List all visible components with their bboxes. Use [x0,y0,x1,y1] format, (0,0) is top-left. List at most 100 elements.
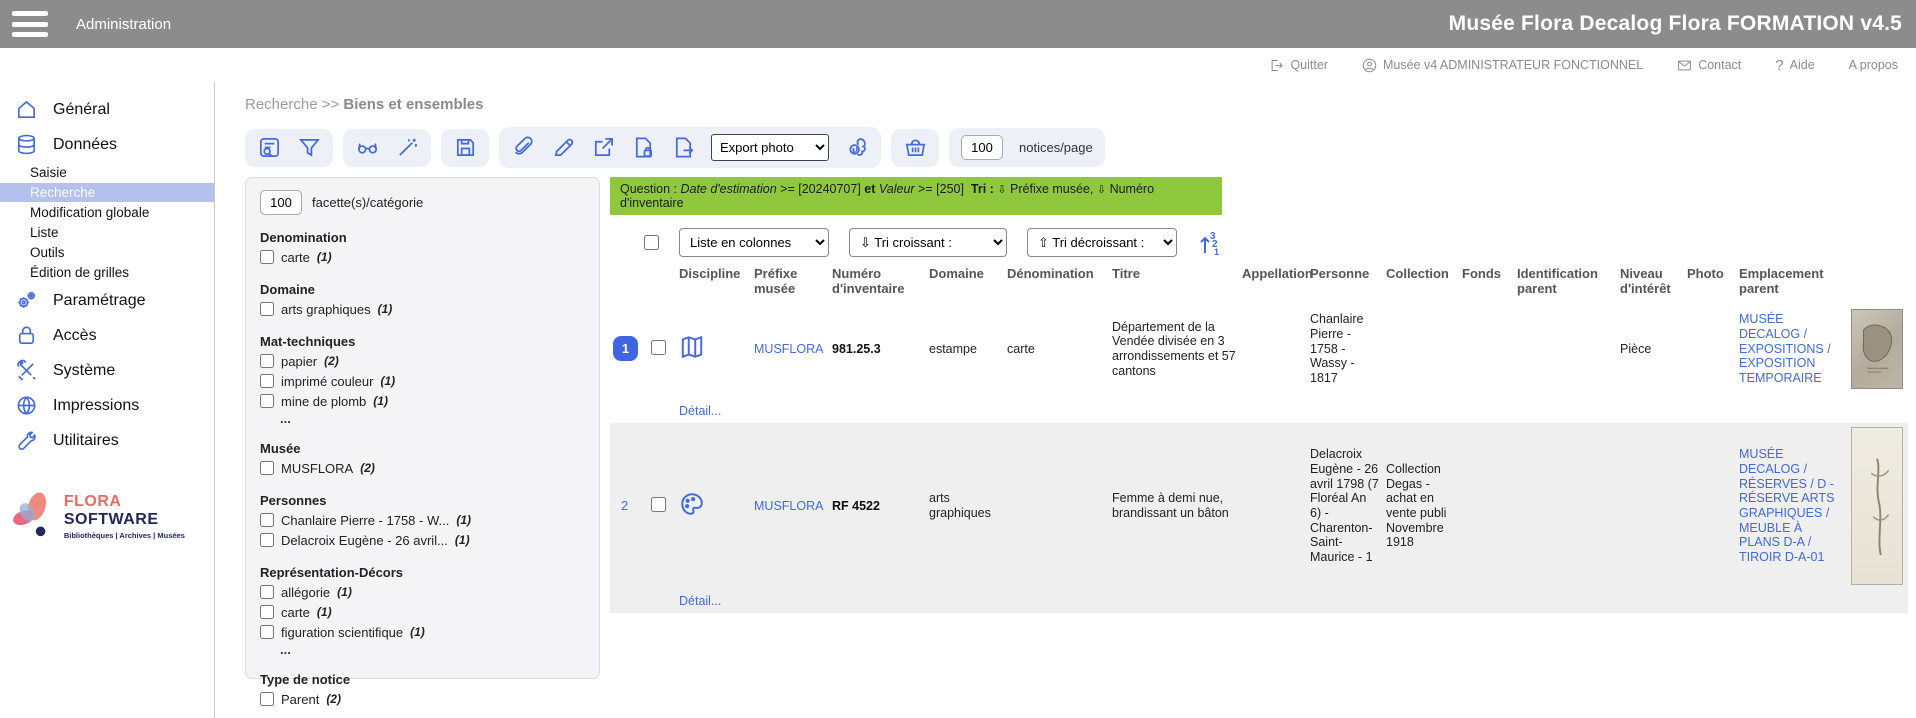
facet-checkbox[interactable] [260,374,274,388]
sort-arrow-icon: ⇩ [997,184,1006,196]
export-photo-select[interactable]: Export photo [711,134,829,161]
facet-more-link[interactable]: ... [280,642,585,657]
document-export-button[interactable] [671,136,695,160]
notice-thumbnail[interactable] [1851,309,1903,389]
facet-item[interactable]: carte(1) [260,247,585,267]
detail-cell: Détail... [676,399,1908,423]
facet-checkbox[interactable] [260,692,274,706]
row-number: 2 [613,498,628,513]
save-button[interactable] [453,136,477,160]
apropos-label: A propos [1849,58,1898,72]
facet-item[interactable]: MUSFLORA(2) [260,458,585,478]
current-user[interactable]: Musée v4 ADMINISTRATEUR FONCTIONNEL [1362,58,1643,73]
logo-flora: FLORA [64,493,121,510]
facet-checkbox[interactable] [260,354,274,368]
facet-item[interactable]: figuration scientifique(1) [260,622,585,642]
filter-button[interactable] [297,136,321,160]
hamburger-menu-icon[interactable] [12,11,48,37]
prefixe-musee-link[interactable]: MUSFLORA [754,342,823,356]
search-form-button[interactable] [257,136,281,160]
flora-mascot-button[interactable] [845,136,869,160]
sidebar-item-modification-globale[interactable]: Modification globale [0,203,214,222]
sidebar-item-saisie[interactable]: Saisie [0,163,214,182]
sidebar-item-utilitaires[interactable]: Utilitaires [0,423,214,458]
facet-item[interactable]: imprimé couleur(1) [260,371,585,391]
basket-button[interactable] [903,136,927,160]
facet-checkbox[interactable] [260,394,274,408]
facet-checkbox[interactable] [260,585,274,599]
facet-checkbox[interactable] [260,250,274,264]
facet-group-mat-techniques: Mat-techniques [260,334,585,349]
col-header-identification-parent: Identification parent [1514,265,1617,299]
breadcrumb-parent[interactable]: Recherche [245,96,318,113]
glasses-button[interactable] [355,136,379,160]
row-number-badge: 1 [613,336,638,361]
attachment-button[interactable] [511,136,535,160]
facet-count: (1) [337,585,352,599]
sidebar-item-liste[interactable]: Liste [0,223,214,242]
notices-per-page-input[interactable] [961,135,1003,160]
prefixe-musee-link[interactable]: MUSFLORA [754,499,823,513]
detail-link[interactable]: Détail... [679,404,721,418]
flora-software-logo: FLORA SOFTWARE Bibliothèques | Archives … [8,488,214,544]
numero-inventaire: 981.25.3 [832,342,881,356]
select-all-checkbox[interactable] [644,235,659,250]
col-header-titre: Titre [1109,265,1239,299]
facets-per-category-input[interactable] [260,190,302,215]
appellation-cell [1239,299,1307,399]
domaine-cell: arts graphiques [926,423,1004,589]
edit-pencil-button[interactable] [551,136,575,160]
sidebar-item-impressions[interactable]: Impressions [0,388,214,423]
detail-link[interactable]: Détail... [679,594,721,608]
contact-link[interactable]: Contact [1677,58,1741,73]
document-lock-button[interactable] [631,136,655,160]
facet-item[interactable]: Delacroix Eugène - 26 avril...(1) [260,530,585,550]
sidebar-item-outils[interactable]: Outils [0,243,214,262]
logout-icon [1269,58,1284,73]
sort-ascending-select[interactable]: ⇩ Tri croissant : [849,228,1007,257]
emplacement-parent-link[interactable]: MUSÉE DECALOG / EXPOSITIONS / EXPOSITION… [1739,312,1831,385]
user-label: Musée v4 ADMINISTRATEUR FONCTIONNEL [1383,58,1643,72]
personne-cell: Delacroix Eugène - 26 avril 1798 (7 Flor… [1307,423,1383,589]
facet-more-link[interactable]: ... [280,411,585,426]
facet-item[interactable]: allégorie(1) [260,582,585,602]
facet-group-personnes: Personnes [260,493,585,508]
facet-item[interactable]: Parent(2) [260,689,585,709]
sidebar-item-acces[interactable]: Accès [0,318,214,353]
row-checkbox[interactable] [651,497,666,512]
facet-item[interactable]: papier(2) [260,351,585,371]
row-checkbox[interactable] [651,340,666,355]
open-external-button[interactable] [591,136,615,160]
sidebar-item-recherche[interactable]: Recherche [0,183,214,202]
emplacement-parent-link[interactable]: MUSÉE DECALOG / RÉSERVES / D - RÉSERVE A… [1739,447,1834,563]
sidebar-item-parametrage[interactable]: Paramétrage [0,283,214,318]
apropos-link[interactable]: A propos [1849,58,1898,72]
denomination-cell: carte [1004,299,1109,399]
facet-checkbox[interactable] [260,625,274,639]
facet-item[interactable]: carte(1) [260,602,585,622]
view-mode-select[interactable]: Liste en colonnes [679,228,829,257]
facet-checkbox[interactable] [260,461,274,475]
notice-thumbnail[interactable] [1851,427,1903,585]
sidebar-item-donnees[interactable]: Données [0,127,214,162]
facet-group-domaine: Domaine [260,282,585,297]
facet-checkbox[interactable] [260,513,274,527]
aide-link[interactable]: ? Aide [1775,57,1814,74]
sort-descending-select[interactable]: ⇧ Tri décroissant : [1027,228,1177,257]
sidebar-item-label: Général [53,101,110,119]
facet-checkbox[interactable] [260,302,274,316]
sidebar-item-general[interactable]: Général [0,92,214,127]
facet-checkbox[interactable] [260,533,274,547]
quitter-link[interactable]: Quitter [1269,58,1328,73]
facet-label: Parent [281,692,319,707]
facet-checkbox[interactable] [260,605,274,619]
magic-wand-button[interactable] [395,136,419,160]
sidebar-item-edition-de-grilles[interactable]: Édition de grilles [0,263,214,282]
sort-order-321-icon[interactable]: 3 2 1 [1197,229,1221,257]
facet-item[interactable]: Chanlaire Pierre - 1758 - W...(1) [260,510,585,530]
facet-item[interactable]: mine de plomb(1) [260,391,585,411]
sidebar-item-systeme[interactable]: Système [0,353,214,388]
toolbar-group-search [245,129,333,167]
facet-count: (1) [455,533,470,547]
facet-item[interactable]: arts graphiques(1) [260,299,585,319]
